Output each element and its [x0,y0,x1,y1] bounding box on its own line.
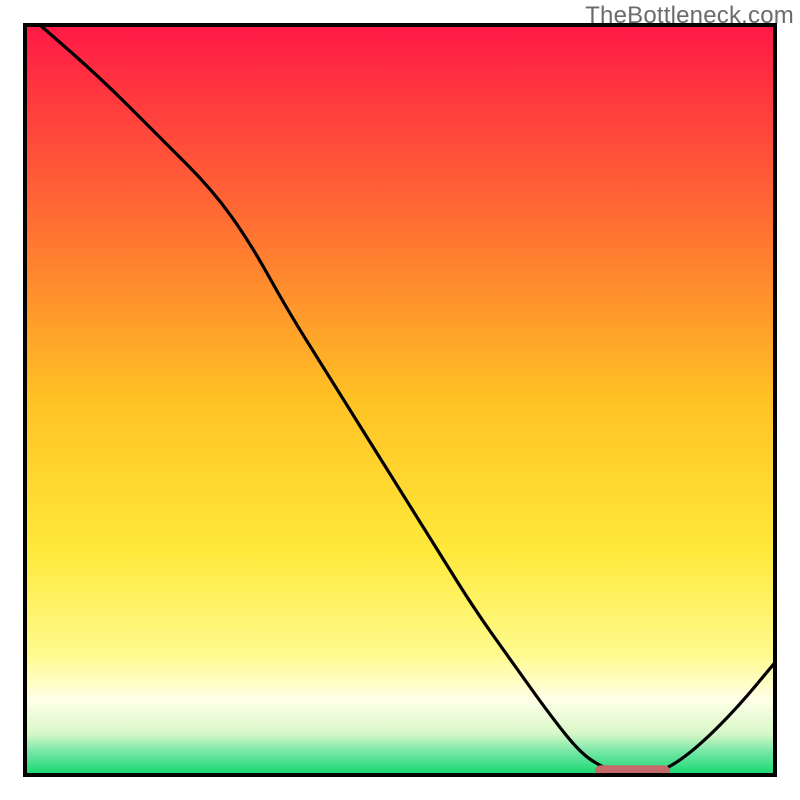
plot-background [25,25,775,775]
bottleneck-chart [0,0,800,800]
watermark-text: TheBottleneck.com [585,2,794,30]
chart-container: TheBottleneck.com [0,0,800,800]
